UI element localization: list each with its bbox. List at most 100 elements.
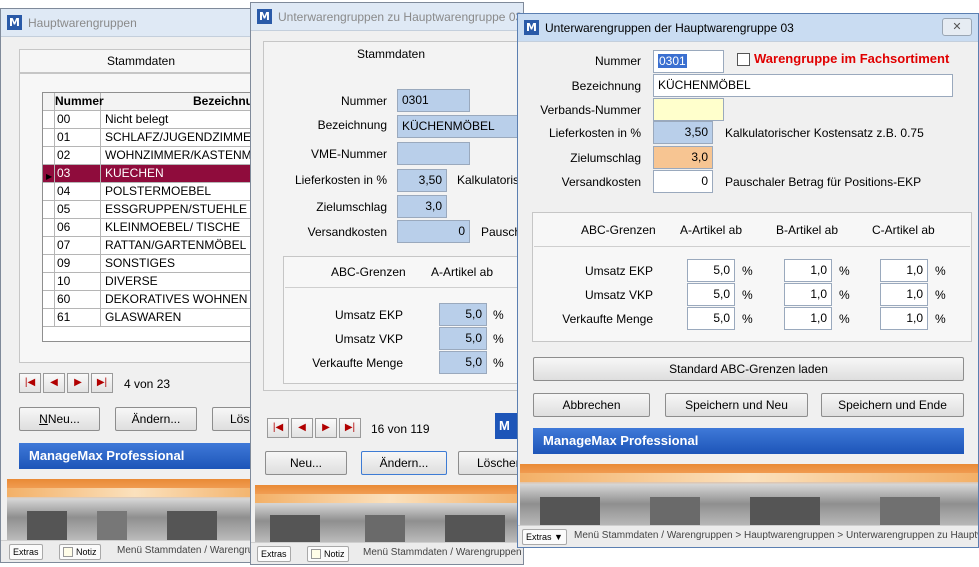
col-bezeichnung-header[interactable]: Bezeichnu — [101, 93, 253, 110]
loeschen-button[interactable]: Löscher — [458, 451, 523, 475]
bezeichnung-field[interactable]: KÜCHENMÖBEL — [653, 74, 953, 97]
nummer-value: 0301 — [658, 54, 687, 68]
abc-b-field[interactable]: 1,0 — [784, 307, 832, 330]
abc-c-field[interactable]: 1,0 — [880, 283, 928, 306]
col-a-header: A-Artikel ab — [431, 265, 494, 279]
extras-button[interactable]: Extras — [257, 546, 291, 562]
nav-prev-button[interactable]: ◀ — [291, 418, 313, 438]
abc-b-field[interactable]: 1,0 — [784, 259, 832, 282]
zielumschlag-field[interactable]: 3,0 — [397, 195, 447, 218]
brand-bar: ManageMax Professional — [533, 428, 964, 454]
nav-next-button[interactable]: ▶ — [315, 418, 337, 438]
nummer-field[interactable]: 0301 — [653, 50, 724, 73]
table-row[interactable]: 09 SONSTIGES — [43, 255, 261, 273]
neu-label: Neu... — [289, 456, 322, 470]
bezeichnung-label: Bezeichnung — [317, 118, 387, 132]
cell-bezeichnung: KUECHEN — [105, 166, 164, 180]
tab-stammdaten[interactable]: Stammdaten — [19, 49, 261, 73]
nav-last-button[interactable]: ▶| — [339, 418, 361, 438]
nav-first-button[interactable]: |◀ — [267, 418, 289, 438]
percent-sign: % — [742, 312, 753, 326]
cell-bezeichnung: DIVERSE — [105, 274, 158, 288]
extras-label: Extras — [526, 532, 552, 542]
versandkosten-field[interactable]: 0 — [653, 170, 713, 193]
table-row[interactable]: 01 SCHLAFZ/JUGENDZIMMER — [43, 129, 261, 147]
cell-nummer: 01 — [54, 129, 101, 147]
abc-a-field[interactable]: 5,0 — [439, 351, 487, 374]
zielumschlag-label: Zielumschlag — [570, 151, 641, 165]
close-button[interactable]: ✕ — [942, 18, 972, 36]
abc-row-label: Umsatz EKP — [334, 308, 403, 322]
table-header: Nummer Bezeichnu — [43, 93, 261, 111]
table-row[interactable]: 61 GLASWAREN — [43, 309, 261, 327]
nav-last-button[interactable]: ▶| — [91, 373, 113, 393]
cell-nummer: 05 — [54, 201, 101, 219]
extras-button[interactable]: Extras — [9, 544, 43, 560]
speichern-neu-button[interactable]: Speichern und Neu — [665, 393, 808, 417]
nav-next-button[interactable]: ▶ — [67, 373, 89, 393]
table-row[interactable]: 60 DEKORATIVES WOHNEN — [43, 291, 261, 309]
abc-a-field[interactable]: 5,0 — [439, 327, 487, 350]
window-titlebar[interactable]: M Unterwarengruppen der Hauptwarengruppe… — [518, 14, 978, 42]
cell-bezeichnung: SONSTIGES — [105, 256, 176, 270]
window-titlebar[interactable]: M Unterwarengruppen zu Hauptwarengruppe … — [251, 3, 523, 31]
nav-first-button[interactable]: |◀ — [19, 373, 41, 393]
zielumschlag-field[interactable]: 3,0 — [653, 146, 713, 169]
table-row[interactable]: 04 POLSTERMOEBEL — [43, 183, 261, 201]
aendern-button[interactable]: Ändern... — [361, 451, 447, 475]
fachsortiment-checkbox[interactable] — [737, 53, 750, 66]
abc-a-field[interactable]: 5,0 — [687, 259, 735, 282]
table-row[interactable]: 05 ESSGRUPPEN/STUEHLE — [43, 201, 261, 219]
col-nummer-header[interactable]: Nummer — [54, 93, 104, 111]
hauptwarengruppen-table[interactable]: Nummer Bezeichnu 00 Nicht belegt 01 SCHLAFZ… — [42, 92, 261, 342]
table-row[interactable]: 06 KLEINMOEBEL/ TISCHE — [43, 219, 261, 237]
nav-prev-button[interactable]: ◀ — [43, 373, 65, 393]
verbands-nummer-field[interactable] — [653, 98, 724, 121]
table-row[interactable]: 00 Nicht belegt — [43, 111, 261, 129]
abc-b-field[interactable]: 1,0 — [784, 283, 832, 306]
abc-a-field[interactable]: 5,0 — [439, 303, 487, 326]
table-row[interactable]: 03 KUECHEN — [43, 165, 261, 183]
nummer-field[interactable]: 0301 — [397, 89, 470, 112]
vme-nummer-field[interactable] — [397, 142, 470, 165]
notiz-label: Notiz — [324, 549, 345, 559]
abc-a-field[interactable]: 5,0 — [687, 307, 735, 330]
extras-label: Extras — [261, 549, 287, 559]
bezeichnung-field[interactable]: KÜCHENMÖBEL — [397, 115, 523, 138]
speichern-ende-button[interactable]: Speichern und Ende — [821, 393, 964, 417]
cell-nummer: 10 — [54, 273, 101, 291]
aendern-label: Ändern... — [379, 456, 429, 470]
table-row[interactable]: 10 DIVERSE — [43, 273, 261, 291]
notiz-button[interactable]: Notiz — [307, 546, 349, 562]
abc-c-field[interactable]: 1,0 — [880, 307, 928, 330]
lieferkosten-field[interactable]: 3,50 — [653, 121, 713, 144]
abc-row-label: Verkaufte Menge — [562, 312, 653, 326]
tab-stammdaten[interactable]: Stammdaten — [357, 47, 425, 61]
fachsortiment-label[interactable]: Warengruppe im Fachsortiment — [754, 51, 949, 66]
abc-c-field[interactable]: 1,0 — [880, 259, 928, 282]
percent-sign: % — [839, 264, 850, 278]
cell-nummer: 61 — [54, 309, 101, 327]
percent-sign: % — [493, 356, 504, 370]
standard-abc-button[interactable]: Standard ABC-Grenzen laden — [533, 357, 964, 381]
extras-button[interactable]: Extras ▼ — [522, 529, 567, 545]
versandkosten-field[interactable]: 0 — [397, 220, 470, 243]
app-logo-icon: M — [257, 9, 272, 24]
neu-button[interactable]: NNeu... — [19, 407, 100, 431]
neu-button[interactable]: Neu... — [265, 451, 347, 475]
abc-a-field[interactable]: 5,0 — [687, 283, 735, 306]
table-row[interactable]: 07 RATTAN/GARTENMÖBEL — [43, 237, 261, 255]
standard-abc-label: Standard ABC-Grenzen laden — [669, 362, 828, 376]
notiz-button[interactable]: Notiz — [59, 544, 101, 560]
lieferkosten-field[interactable]: 3,50 — [397, 169, 447, 192]
brand-label: ManageMax Professional — [543, 433, 699, 448]
col-c-header: C-Artikel ab — [872, 223, 935, 237]
percent-sign: % — [935, 264, 946, 278]
abbrechen-button[interactable]: Abbrechen — [533, 393, 650, 417]
window-titlebar[interactable]: M Hauptwarengruppen — [1, 9, 261, 37]
table-row[interactable]: 02 WOHNZIMMER/KASTENM. — [43, 147, 261, 165]
aendern-button[interactable]: Ändern... — [115, 407, 197, 431]
nummer-label: Nummer — [594, 54, 641, 68]
versandkosten-label: Versandkosten — [307, 225, 387, 239]
record-counter: 16 von 119 — [371, 422, 430, 436]
